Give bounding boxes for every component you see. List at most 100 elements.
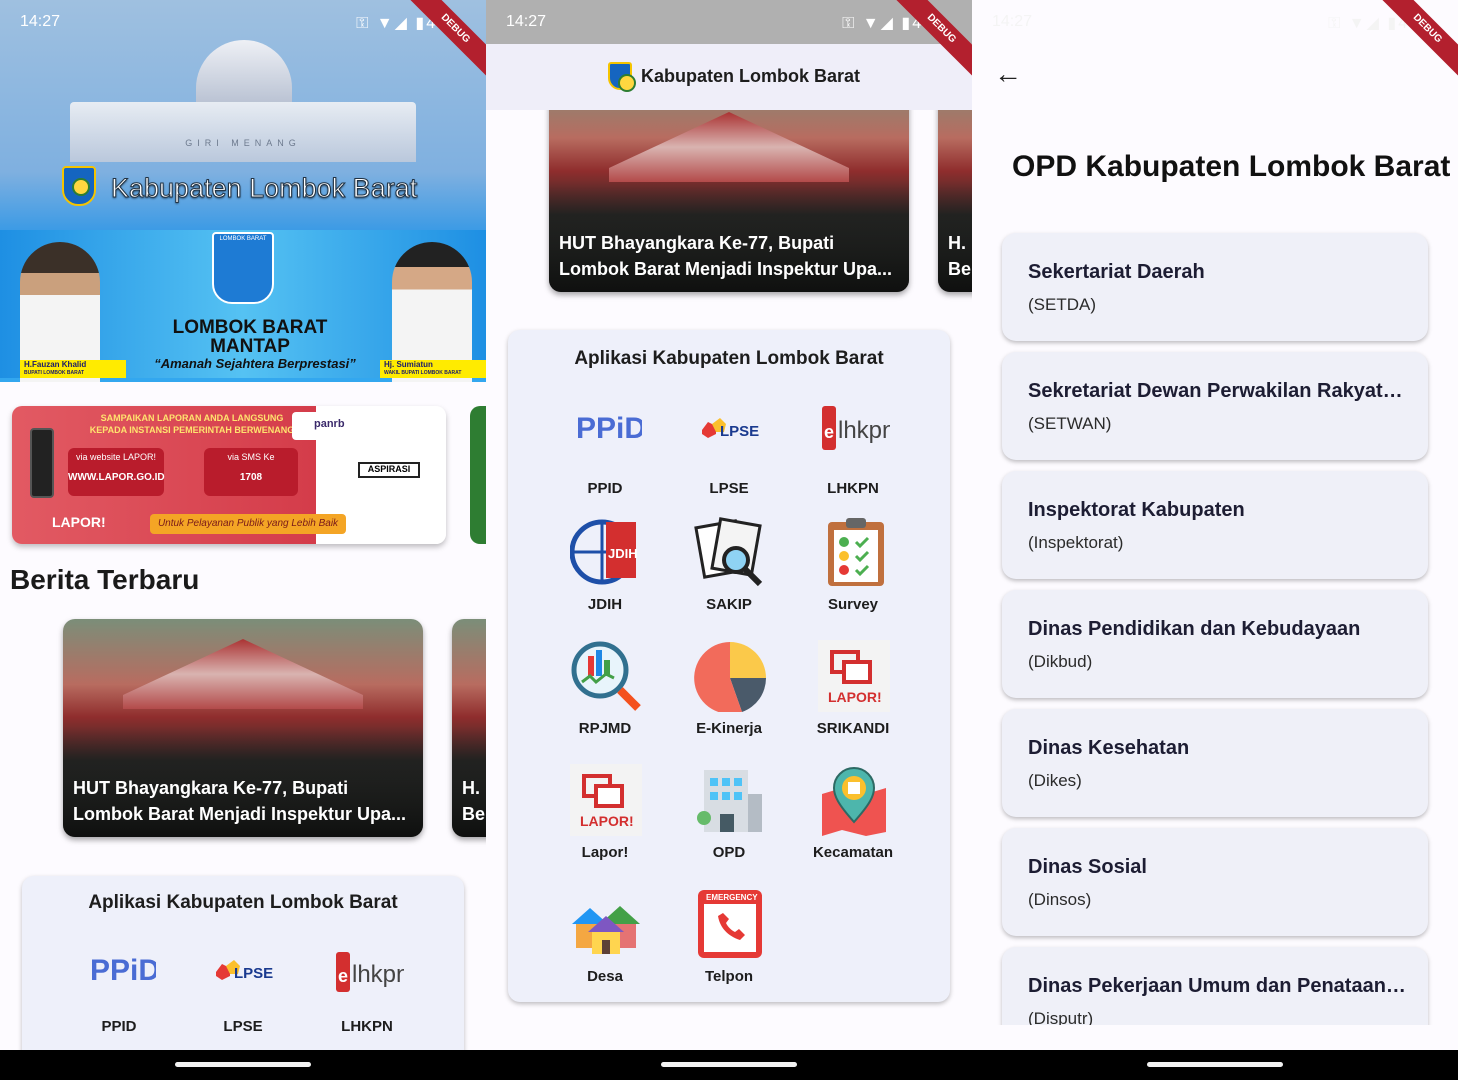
apps-screen: HUT Bhayangkara Ke-77, Bupati Lombok Bar… [486, 0, 972, 1080]
app-label: PPID [101, 1018, 137, 1035]
section-title-berita: Berita Terbaru [10, 564, 200, 595]
opd-item[interactable]: Dinas Sosial (Dinsos) [1002, 828, 1428, 936]
opd-item[interactable]: Dinas Pekerjaan Umum dan Penataan Ruang … [1002, 947, 1428, 1025]
news-card[interactable]: HUT Bhayangkara Ke-77, Bupati Lombok Bar… [63, 619, 423, 837]
battery-icon: ▮ [901, 15, 913, 32]
chart-magnifier-icon [570, 640, 642, 712]
news-card-peek[interactable]: H. Be [452, 619, 486, 837]
app-lhkpn[interactable]: e lhkpn LHKPN [312, 946, 422, 1056]
panrb-logo-text: panrb [314, 418, 345, 430]
opd-name: Dinas Pekerjaan Umum dan Penataan Ruang [1028, 975, 1408, 997]
svg-text:EMERGENCY: EMERGENCY [706, 893, 758, 902]
app-rpjmd[interactable]: RPJMD [550, 640, 660, 750]
bupati-name: H.Fauzan Khalid [24, 360, 87, 369]
battery-icon: ▮ [415, 15, 427, 32]
svg-text:JDIH: JDIH [608, 546, 638, 561]
opd-name: Sekertariat Daerah [1028, 261, 1205, 283]
apps-title: Aplikasi Kabupaten Lombok Barat [88, 892, 398, 913]
signal-icon: ◢ [1366, 15, 1381, 32]
wakil-role: WAKIL BUPATI LOMBOK BARAT [384, 370, 462, 376]
lombok-barat-badge-icon: LOMBOK BARAT [212, 232, 274, 304]
opd-name: Sekretariat Dewan Perwakilan Rakyat Daer… [1028, 380, 1408, 402]
lapor-promo-banner[interactable]: SAMPAIKAN LAPORAN ANDA LANGSUNG KEPADA I… [12, 406, 446, 544]
home-indicator[interactable] [1147, 1062, 1283, 1067]
svg-text:PPiD: PPiD [90, 954, 156, 987]
next-banner-peek[interactable] [470, 406, 486, 544]
status-time: 14:27 [20, 13, 61, 30]
opd-scroll-area[interactable]: ← OPD Kabupaten Lombok Barat Sekertariat… [972, 0, 1458, 1025]
lpse-icon: LPSE [694, 400, 766, 472]
app-label: PPID [587, 480, 623, 497]
app-jdih[interactable]: JDIH JDIH [550, 516, 660, 626]
elhkpn-icon: e lhkpn [332, 946, 409, 1018]
apps-card: Aplikasi Kabupaten Lombok Barat PPiD PPI… [22, 876, 464, 1076]
status-time: 14:27 [506, 13, 547, 30]
app-lapor[interactable]: LAPOR! Lapor! [550, 764, 660, 874]
status-bar: 14:27 ⚿ ▼◢ ▮46 [0, 0, 486, 44]
building-illustration: GIRI MENANG [70, 102, 416, 162]
app-lhkpn[interactable]: e lhkpn LHKPN [798, 400, 908, 510]
building-text: GIRI MENANG [185, 138, 301, 148]
app-kecamatan[interactable]: Kecamatan [798, 764, 908, 874]
apps-title: Aplikasi Kabupaten Lombok Barat [574, 348, 884, 369]
svg-text:LAPOR!: LAPOR! [580, 813, 634, 829]
app-ppid[interactable]: PPiD PPID [550, 400, 660, 510]
documents-magnifier-icon [694, 516, 766, 588]
app-label: LHKPN [827, 480, 879, 497]
wakil-namebox: Hj. Sumiatun WAKIL BUPATI LOMBOK BARAT [380, 360, 486, 378]
opd-abbr: (Dikes) [1028, 771, 1082, 790]
app-survey[interactable]: Survey [798, 516, 908, 626]
opd-item[interactable]: Dinas Pendidikan dan Kebudayaan (Dikbud) [1002, 590, 1428, 698]
opd-name: Dinas Sosial [1028, 856, 1147, 878]
lapor-chat-icon: LAPOR! [818, 640, 890, 712]
battery-icon: ▮ [1387, 15, 1399, 32]
opd-item[interactable]: Inspektorat Kabupaten (Inspektorat) [1002, 471, 1428, 579]
app-opd[interactable]: OPD [674, 764, 784, 874]
news-title-line2: Lombok Barat Menjadi Inspektur Upa... [559, 259, 893, 279]
opd-item[interactable]: Sekertariat Daerah (SETDA) [1002, 233, 1428, 341]
app-bar-title: Kabupaten Lombok Barat [641, 66, 861, 86]
signal-icon: ◢ [880, 15, 895, 32]
svg-text:lhkpn: lhkpn [838, 417, 890, 444]
opd-item[interactable]: Sekretariat Dewan Perwakilan Rakyat Daer… [1002, 352, 1428, 460]
banner-line1: LOMBOK BARAT [172, 317, 328, 338]
app-label: E-Kinerja [696, 720, 762, 737]
app-sakip[interactable]: SAKIP [674, 516, 784, 626]
lpse-icon: LPSE [208, 946, 280, 1018]
lapor-brand: LAPOR! [52, 514, 106, 530]
app-ppid[interactable]: PPiD PPID [64, 946, 174, 1056]
banner-line2: MANTAP [210, 336, 290, 357]
sms-number: 1708 [239, 472, 263, 483]
news-title: HUT Bhayangkara Ke-77, Bupati Lombok Bar… [73, 775, 409, 827]
home-indicator[interactable] [661, 1062, 797, 1067]
banner-slogan: “Amanah Sejahtera Berprestasi” [154, 356, 356, 371]
svg-text:LPSE: LPSE [720, 423, 759, 440]
apps-card: Aplikasi Kabupaten Lombok Barat PPiD PPI… [508, 330, 950, 1002]
app-ekinerja[interactable]: E-Kinerja [674, 640, 784, 750]
app-label: Survey [827, 596, 879, 613]
app-lpse[interactable]: LPSE LPSE [188, 946, 298, 1056]
opd-list-screen: ← OPD Kabupaten Lombok Barat Sekertariat… [972, 0, 1458, 1080]
wifi-icon: ▼ [1348, 15, 1367, 32]
dome-illustration [196, 40, 292, 104]
home-indicator[interactable] [175, 1062, 311, 1067]
clipboard-survey-icon [818, 516, 890, 588]
news-title-line1: HUT Bhayangkara Ke-77, Bupati [559, 233, 835, 253]
app-label: SAKIP [706, 596, 752, 613]
phone-icon [30, 428, 54, 498]
news-peek-line2: Be [948, 259, 972, 279]
lombok-barat-emblem-icon [62, 166, 96, 206]
opd-abbr: (Dinsos) [1028, 890, 1092, 909]
app-label: LHKPN [341, 1018, 393, 1035]
opd-item[interactable]: Dinas Kesehatan (Dikes) [1002, 709, 1428, 817]
lapor-tagline: Untuk Pelayanan Publik yang Lebih Baik [150, 514, 346, 534]
app-telpon[interactable]: EMERGENCY Telpon [674, 888, 784, 998]
houses-icon [570, 888, 642, 960]
app-lpse[interactable]: LPSE LPSE [674, 400, 784, 510]
back-arrow-icon[interactable]: ← [994, 60, 1022, 88]
news-peek-title: H. Be [462, 775, 486, 827]
partner-logos: panrb [292, 412, 442, 440]
app-label: LPSE [223, 1018, 263, 1035]
app-srikandi[interactable]: LAPOR! SRIKANDI [798, 640, 908, 750]
app-desa[interactable]: Desa [550, 888, 660, 998]
